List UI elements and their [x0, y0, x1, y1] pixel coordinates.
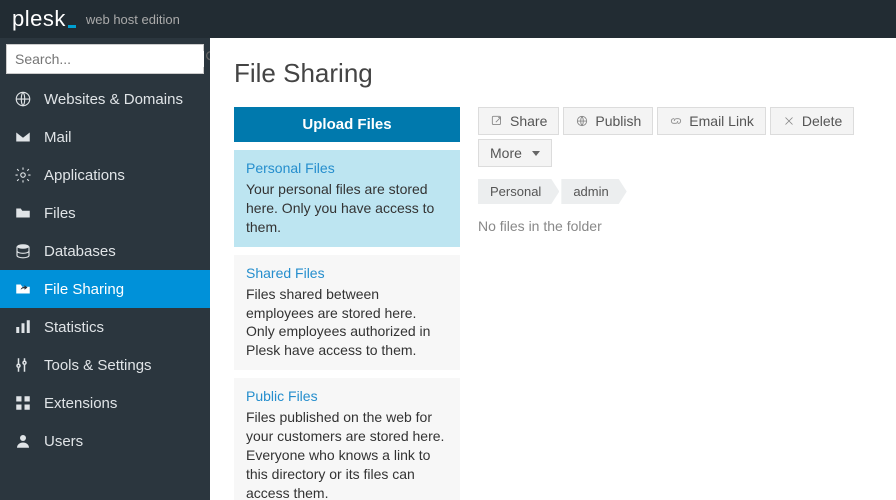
folder-card[interactable]: Public Files Files published on the web f…: [234, 378, 460, 500]
sidebar-item-label: Websites & Domains: [44, 91, 183, 108]
empty-folder-message: No files in the folder: [478, 218, 872, 234]
share-button[interactable]: Share: [478, 107, 559, 135]
folder-title[interactable]: Public Files: [246, 388, 448, 404]
share-icon: [490, 114, 504, 128]
folder-title[interactable]: Shared Files: [246, 265, 448, 281]
publish-button[interactable]: Publish: [563, 107, 653, 135]
sidebar-item-label: Applications: [44, 167, 125, 184]
search-box[interactable]: [6, 44, 204, 74]
sidebar-item-databases[interactable]: Databases: [0, 232, 210, 270]
sidebar-item-label: Mail: [44, 129, 72, 146]
sidebar-item-extensions[interactable]: Extensions: [0, 384, 210, 422]
more-button[interactable]: More: [478, 139, 552, 167]
sidebar-item-users[interactable]: Users: [0, 422, 210, 460]
sidebar-item-label: File Sharing: [44, 281, 124, 298]
folder-desc: Your personal files are stored here. Onl…: [246, 180, 448, 237]
breadcrumb-item[interactable]: admin: [561, 179, 626, 204]
main-content: File Sharing Upload Files Personal Files…: [210, 38, 896, 500]
file-area: Share Publish Email Link Delete More Per…: [478, 107, 872, 234]
user-icon: [14, 432, 32, 450]
upload-files-button[interactable]: Upload Files: [234, 107, 460, 142]
publish-icon: [575, 114, 589, 128]
breadcrumb: Personaladmin: [478, 179, 872, 204]
chevron-down-icon: [532, 151, 540, 156]
database-icon: [14, 242, 32, 260]
sidebar-item-label: Extensions: [44, 395, 117, 412]
sidebar-item-label: Databases: [44, 243, 116, 260]
sidebar-item-label: Users: [44, 433, 83, 450]
sidebar-item-applications[interactable]: Applications: [0, 156, 210, 194]
sidebar-item-tools-settings[interactable]: Tools & Settings: [0, 346, 210, 384]
globe-icon: [14, 90, 32, 108]
folder-desc: Files shared between employees are store…: [246, 285, 448, 361]
edition-label: web host edition: [86, 12, 180, 27]
folder-title[interactable]: Personal Files: [246, 160, 448, 176]
delete-button[interactable]: Delete: [770, 107, 854, 135]
folder-panel: Upload Files Personal Files Your personal…: [234, 107, 460, 500]
sidebar-item-label: Files: [44, 205, 76, 222]
sidebar-item-label: Statistics: [44, 319, 104, 336]
file-toolbar: Share Publish Email Link Delete More: [478, 107, 872, 167]
link-icon: [669, 114, 683, 128]
sidebar-item-statistics[interactable]: Statistics: [0, 308, 210, 346]
brand-logo: plesk: [12, 6, 76, 32]
folder-icon: [14, 204, 32, 222]
tools-icon: [14, 356, 32, 374]
extensions-icon: [14, 394, 32, 412]
breadcrumb-item[interactable]: Personal: [478, 179, 559, 204]
sidebar-item-files[interactable]: Files: [0, 194, 210, 232]
search-input[interactable]: [7, 51, 204, 67]
folder-card[interactable]: Personal Files Your personal files are st…: [234, 150, 460, 247]
delete-icon: [782, 114, 796, 128]
share-icon: [14, 280, 32, 298]
mail-icon: [14, 128, 32, 146]
header-bar: plesk web host edition: [0, 0, 896, 38]
sidebar-item-label: Tools & Settings: [44, 357, 152, 374]
sidebar: Websites & Domains Mail Applications Files D…: [0, 38, 210, 500]
folder-card[interactable]: Shared Files Files shared between employe…: [234, 255, 460, 371]
gear-icon: [14, 166, 32, 184]
stats-icon: [14, 318, 32, 336]
sidebar-item-file-sharing[interactable]: File Sharing: [0, 270, 210, 308]
email-link-button[interactable]: Email Link: [657, 107, 766, 135]
page-title: File Sharing: [234, 58, 872, 89]
sidebar-item-websites-domains[interactable]: Websites & Domains: [0, 80, 210, 118]
folder-desc: Files published on the web for your cust…: [246, 408, 448, 500]
sidebar-item-mail[interactable]: Mail: [0, 118, 210, 156]
